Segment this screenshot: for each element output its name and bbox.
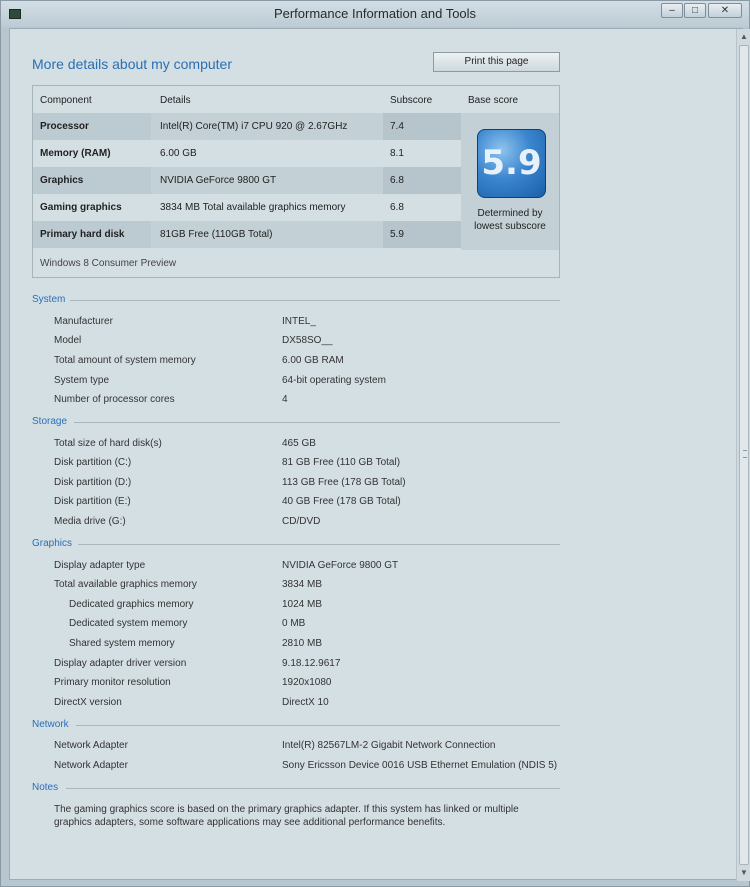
section-divider <box>76 725 560 726</box>
page-title: More details about my computer <box>32 56 232 72</box>
close-button[interactable]: ✕ <box>708 3 742 18</box>
graphics-value: DirectX 10 <box>282 697 329 708</box>
system-label: Model <box>54 335 82 346</box>
storage-value: 113 GB Free (178 GB Total) <box>282 477 406 488</box>
system-label: Manufacturer <box>54 316 113 327</box>
section-title-graphics: Graphics <box>32 538 73 549</box>
system-value: 4 <box>282 394 288 405</box>
score-component: Gaming graphics <box>33 194 151 221</box>
window-title: Performance Information and Tools <box>273 6 477 21</box>
minimize-button[interactable]: – <box>661 3 683 18</box>
header-base-score: Base score <box>468 95 519 106</box>
network-value: Sony Ericsson Device 0016 USB Ethernet E… <box>282 760 558 771</box>
graphics-value: NVIDIA GeForce 9800 GT <box>282 560 399 571</box>
scroll-down-icon[interactable]: ▼ <box>737 866 750 880</box>
system-label: Number of processor cores <box>54 394 175 405</box>
system-value: 6.00 GB RAM <box>282 355 344 366</box>
storage-value: CD/DVD <box>282 516 321 527</box>
section-divider <box>74 422 560 423</box>
score-table: Component Details Subscore Base score Pr… <box>32 85 560 278</box>
storage-value: 81 GB Free (110 GB Total) <box>282 457 401 468</box>
notes-text: The gaming graphics score is based on th… <box>54 804 519 828</box>
graphics-value: 1024 MB <box>282 599 323 610</box>
print-page-button[interactable]: Print this page <box>433 52 560 72</box>
scroll-up-icon[interactable]: ▲ <box>737 30 750 44</box>
system-value: INTEL_ <box>282 316 316 327</box>
score-details: Intel(R) Core(TM) i7 CPU 920 @ 2.67GHz <box>160 121 348 132</box>
system-label: System type <box>54 375 110 386</box>
score-component: Processor <box>33 113 151 140</box>
graphics-value: 3834 MB <box>282 579 323 590</box>
score-row-hard-disk: Primary hard disk 81GB Free (110GB Total… <box>33 221 461 248</box>
section-title-storage: Storage <box>32 416 68 427</box>
storage-value: 40 GB Free (178 GB Total) <box>282 496 401 507</box>
system-label: Total amount of system memory <box>54 355 196 366</box>
score-row-graphics: Graphics NVIDIA GeForce 9800 GT 6.8 <box>33 167 461 194</box>
score-subscore: 7.4 <box>383 113 461 140</box>
network-label: Network Adapter <box>54 740 128 751</box>
score-table-header: Component Details Subscore Base score <box>33 86 559 113</box>
section-divider <box>78 544 560 545</box>
base-score-badge-icon: 5.9 <box>477 129 546 198</box>
section-divider <box>66 788 560 789</box>
details-panel: More details about my computer Print thi… <box>9 28 750 881</box>
base-score-caption: Determined by lowest subscore <box>461 207 559 233</box>
score-details: 81GB Free (110GB Total) <box>160 229 273 240</box>
score-component: Graphics <box>33 167 151 194</box>
performance-window: Performance Information and Tools – □ ✕ … <box>0 0 750 887</box>
graphics-label: DirectX version <box>54 697 122 708</box>
vertical-scrollbar[interactable]: ▲ ▼ <box>736 29 750 881</box>
section-title-network: Network <box>32 719 69 730</box>
score-subscore: 6.8 <box>383 167 461 194</box>
base-caption-line-2: lowest subscore <box>474 221 546 232</box>
windows-edition: Windows 8 Consumer Preview <box>40 258 177 269</box>
scrollbar-thumb[interactable] <box>739 45 749 865</box>
section-title-system: System <box>32 294 66 305</box>
score-subscore: 6.8 <box>390 202 404 213</box>
base-score-value: 5.9 <box>481 143 542 183</box>
score-subscore: 5.9 <box>383 221 461 248</box>
header-details: Details <box>160 95 191 106</box>
graphics-label: Primary monitor resolution <box>54 677 171 688</box>
base-caption-line-1: Determined by <box>477 208 543 219</box>
storage-label: Disk partition (D:) <box>54 477 132 488</box>
score-row-processor: Processor Intel(R) Core(TM) i7 CPU 920 @… <box>33 113 461 140</box>
scrollbar-grip-icon <box>743 450 747 458</box>
score-row-gaming-graphics: Gaming graphics 3834 MB Total available … <box>33 194 461 221</box>
system-value: 64-bit operating system <box>282 375 386 386</box>
graphics-value: 1920x1080 <box>282 677 332 688</box>
graphics-label: Display adapter type <box>54 560 146 571</box>
graphics-value: 0 MB <box>282 618 306 629</box>
score-subscore: 8.1 <box>390 148 404 159</box>
graphics-label: Shared system memory <box>69 638 175 649</box>
graphics-value: 2810 MB <box>282 638 323 649</box>
network-label: Network Adapter <box>54 760 128 771</box>
header-subscore: Subscore <box>390 95 433 106</box>
score-details: 6.00 GB <box>160 148 197 159</box>
score-details: 3834 MB Total available graphics memory <box>160 202 346 213</box>
graphics-label: Display adapter driver version <box>54 658 187 669</box>
score-component: Primary hard disk <box>33 221 151 248</box>
base-score-panel: 5.9 Determined by lowest subscore <box>461 113 559 250</box>
section-divider <box>70 300 560 301</box>
graphics-label: Dedicated system memory <box>69 618 188 629</box>
storage-label: Disk partition (E:) <box>54 496 131 507</box>
graphics-value: 9.18.12.9617 <box>282 658 341 669</box>
system-value: DX58SO__ <box>282 335 333 346</box>
header-component: Component <box>40 95 92 106</box>
title-bar[interactable]: Performance Information and Tools – □ ✕ <box>1 1 749 27</box>
storage-label: Media drive (G:) <box>54 516 126 527</box>
storage-value: 465 GB <box>282 438 316 449</box>
storage-label: Disk partition (C:) <box>54 457 132 468</box>
network-value: Intel(R) 82567LM-2 Gigabit Network Conne… <box>282 740 496 751</box>
storage-label: Total size of hard disk(s) <box>54 438 162 449</box>
score-details: NVIDIA GeForce 9800 GT <box>160 175 277 186</box>
score-component: Memory (RAM) <box>33 140 151 167</box>
maximize-button[interactable]: □ <box>684 3 706 18</box>
score-row-memory: Memory (RAM) 6.00 GB 8.1 <box>33 140 461 167</box>
graphics-label: Total available graphics memory <box>54 579 197 590</box>
graphics-label: Dedicated graphics memory <box>69 599 194 610</box>
section-title-notes: Notes <box>32 782 59 793</box>
